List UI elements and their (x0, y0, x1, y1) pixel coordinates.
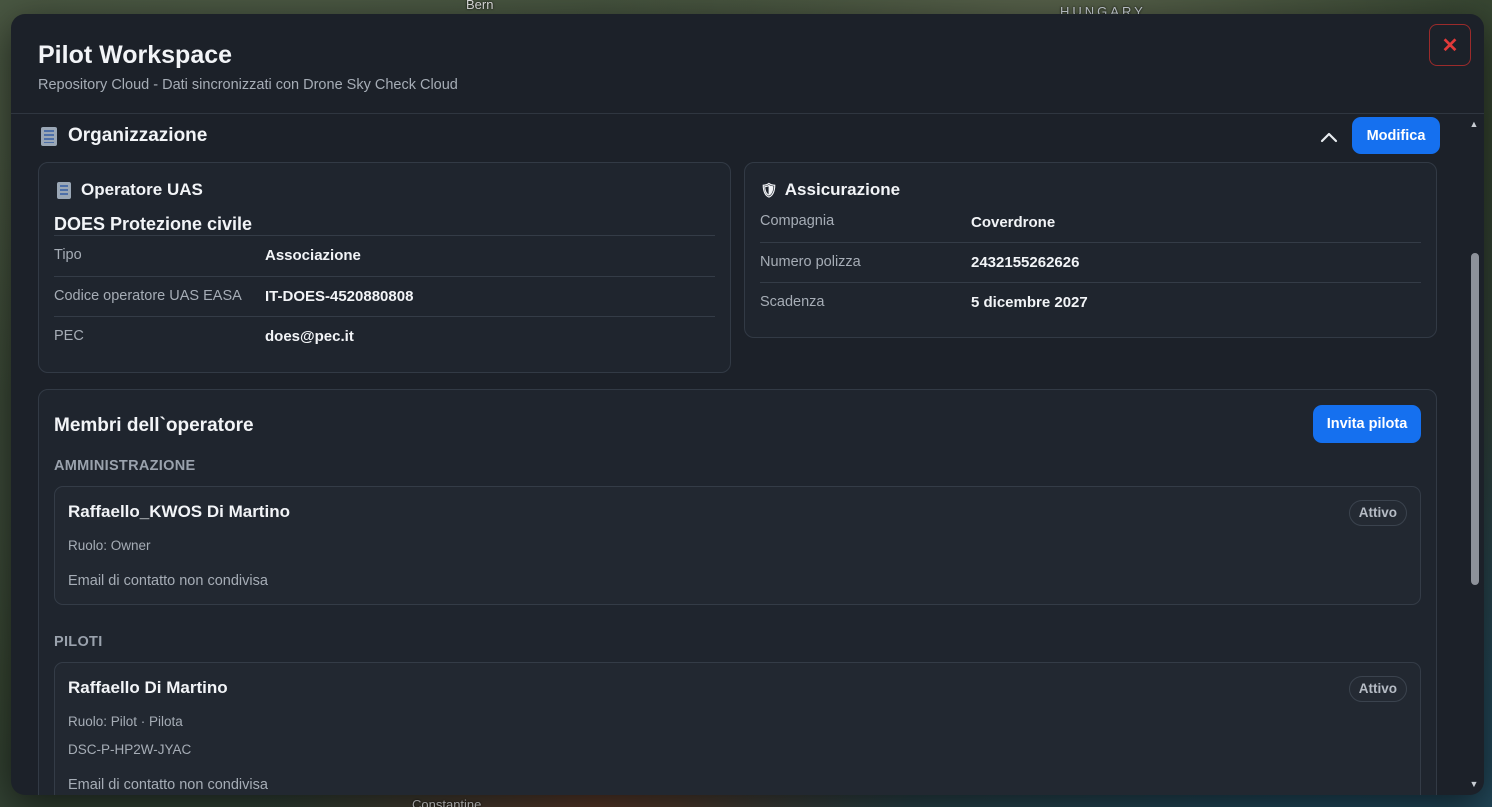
kv-label: Compagnia (760, 213, 835, 229)
scrollbar[interactable]: ▲ ▼ (1468, 115, 1480, 791)
kv-label: Tipo (54, 247, 82, 263)
kv-row-tipo: Tipo Associazione (54, 235, 715, 275)
modal-content[interactable]: Organizzazione Modifica Operatore UAS DO… (11, 115, 1468, 795)
assicurazione-title: Assicurazione (784, 180, 901, 199)
pilot-workspace-modal: Pilot Workspace Repository Cloud - Dati … (11, 14, 1484, 795)
kv-label: Scadenza (760, 294, 825, 310)
member-code: DSC-P-HP2W-JYAC (68, 742, 192, 757)
chevron-up-icon[interactable] (1316, 124, 1342, 150)
modal-title: Pilot Workspace (38, 41, 233, 69)
operatore-title: Operatore UAS (81, 180, 203, 199)
kv-value: IT-DOES-4520880808 (265, 288, 414, 305)
kv-value: 5 dicembre 2027 (971, 294, 1088, 311)
membri-card: Membri dell`operatore Invita pilota AMMI… (38, 389, 1437, 795)
kv-row-pec: PEC does@pec.it (54, 316, 715, 356)
operatore-name: DOES Protezione civile (54, 214, 253, 234)
modal-subtitle: Repository Cloud - Dati sincronizzati co… (38, 77, 458, 93)
kv-value: Associazione (265, 247, 361, 264)
invita-pilota-button[interactable]: Invita pilota (1313, 405, 1421, 443)
member-role: Ruolo: Owner (68, 538, 151, 553)
modifica-button[interactable]: Modifica (1352, 117, 1440, 154)
building-icon (54, 181, 74, 199)
kv-row-polizza: Numero polizza 2432155262626 (760, 242, 1421, 282)
assicurazione-card: 🛡 Assicurazione Compagnia Coverdrone Num… (744, 162, 1437, 338)
organizzazione-header: Organizzazione Modifica (38, 117, 1440, 154)
group-label-amministrazione: AMMINISTRAZIONE (54, 458, 196, 474)
kv-row-scadenza: Scadenza 5 dicembre 2027 (760, 282, 1421, 322)
scroll-down-arrow-icon[interactable]: ▼ (1469, 779, 1479, 789)
member-name: Raffaello_KWOS Di Martino (68, 502, 290, 521)
map-label-bottom: Constantine (412, 797, 482, 807)
close-button[interactable]: ✕ (1429, 24, 1471, 66)
assicurazione-card-title: 🛡 Assicurazione (760, 180, 900, 200)
operatore-card-title: Operatore UAS (54, 180, 203, 200)
section-title: Organizzazione (38, 125, 207, 147)
member-card[interactable]: Raffaello Di Martino Attivo Ruolo: Pilot… (54, 662, 1421, 795)
member-email: Email di contatto non condivisa (68, 573, 268, 589)
kv-label: Numero polizza (760, 254, 861, 270)
status-badge: Attivo (1348, 500, 1407, 526)
kv-value: 2432155262626 (971, 254, 1080, 271)
organizzazione-title: Organizzazione (68, 125, 208, 146)
membri-title: Membri dell`operatore (54, 415, 254, 436)
member-email: Email di contatto non condivisa (68, 777, 268, 793)
building-icon (38, 126, 60, 146)
modal-header: Pilot Workspace Repository Cloud - Dati … (11, 14, 1484, 114)
scrollbar-thumb[interactable] (1471, 253, 1479, 585)
close-icon: ✕ (1441, 34, 1459, 57)
group-label-piloti: PILOTI (54, 634, 103, 650)
kv-value: does@pec.it (265, 328, 354, 345)
shield-icon: 🛡 (760, 181, 778, 198)
member-name: Raffaello Di Martino (68, 678, 228, 697)
member-role: Ruolo: Pilot · Pilota (68, 714, 183, 729)
member-card[interactable]: Raffaello_KWOS Di Martino Attivo Ruolo: … (54, 486, 1421, 605)
scroll-up-arrow-icon[interactable]: ▲ (1469, 119, 1479, 129)
kv-label: PEC (54, 328, 84, 344)
status-badge: Attivo (1348, 676, 1407, 702)
kv-label: Codice operatore UAS EASA (54, 288, 242, 304)
operatore-card: Operatore UAS DOES Protezione civile Tip… (38, 162, 731, 373)
kv-row-codice: Codice operatore UAS EASA IT-DOES-452088… (54, 276, 715, 316)
map-label-bern: Bern (466, 0, 494, 12)
kv-value: Coverdrone (971, 214, 1056, 231)
